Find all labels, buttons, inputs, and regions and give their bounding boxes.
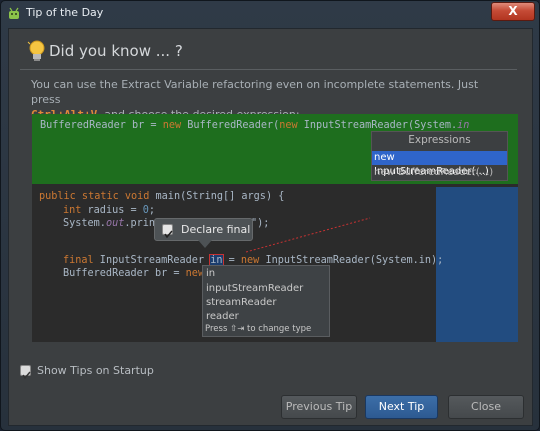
previous-tip-button[interactable]: Previous Tip	[281, 395, 357, 419]
code-keyword: new	[279, 120, 298, 131]
expressions-title: Expressions	[408, 134, 471, 146]
tip-text-before: You can use the Extract Variable refacto…	[31, 78, 479, 106]
android-app-icon	[9, 7, 19, 19]
declare-final-popup: Declare final	[154, 218, 253, 241]
declare-final-checkbox[interactable]	[162, 224, 173, 239]
title-bar[interactable]: Tip of the Day X	[1, 1, 539, 26]
lightbulb-icon	[27, 40, 45, 61]
pointer-line	[245, 217, 371, 253]
suggestion-item: inputStreamReader	[206, 283, 304, 294]
code-line-br: BufferedReader br = new	[63, 268, 204, 279]
expression-item: new InputStreamReader(...)	[372, 151, 507, 177]
check-icon	[164, 230, 173, 239]
editor-selection-strip	[436, 187, 518, 342]
code-token: InputStreamReader(System.	[297, 120, 458, 131]
content-panel: Did you know ... ? You can use the Extra…	[8, 28, 533, 426]
code-token: radius =	[81, 205, 143, 216]
expression-item: new BufferedReader(...)	[374, 167, 494, 178]
code-keyword: final	[63, 255, 94, 266]
suggestion-item: streamReader	[206, 297, 277, 308]
code-token: BufferedReader br =	[63, 268, 186, 279]
declare-final-label: Declare final	[181, 223, 251, 236]
suggestion-footer: Press ⇧⇥ to change type	[205, 324, 312, 334]
code-line-main: public static void main(String[] args) {	[39, 191, 284, 202]
code-demo-image: BufferedReader br = new BufferedReader(n…	[32, 114, 518, 342]
popup-pointer-icon	[198, 240, 212, 248]
name-suggestions-popup: in inputStreamReader streamReader reader…	[202, 265, 330, 337]
code-token: InputStreamReader	[93, 255, 211, 266]
code-field: out	[105, 218, 125, 229]
close-button[interactable]: Close	[448, 395, 524, 419]
code-token: br =	[125, 120, 163, 131]
tip-heading: Did you know ... ?	[49, 42, 183, 60]
window-title: Tip of the Day	[26, 6, 104, 19]
code-line-print: System.out.print	[63, 218, 161, 229]
suggestion-item: reader	[206, 311, 239, 322]
tip-of-the-day-dialog: Tip of the Day X Did you know ... ? You …	[0, 0, 540, 431]
show-tips-label[interactable]: Show Tips on Startup	[37, 364, 154, 377]
code-keyword: public static void	[39, 191, 150, 202]
code-field: in	[457, 120, 470, 131]
code-keyword: int	[63, 205, 82, 216]
code-token: BufferedReader	[40, 120, 126, 131]
show-tips-checkbox[interactable]	[20, 365, 31, 380]
code-token: ;	[148, 205, 156, 216]
suggestion-item: in	[206, 268, 216, 279]
heading-divider	[20, 69, 517, 70]
code-line-top: BufferedReader br = new BufferedReader(n…	[40, 120, 469, 131]
code-token: main(String[] args) {	[149, 191, 285, 202]
code-token: System.	[63, 218, 106, 229]
code-token: BufferedReader(	[181, 120, 280, 131]
code-keyword: new	[162, 120, 182, 131]
check-icon	[22, 371, 31, 380]
expressions-popup: Expressions new InputStreamReader(...) n…	[371, 131, 508, 181]
next-tip-button[interactable]: Next Tip	[365, 395, 438, 419]
window-close-button[interactable]: X	[491, 2, 535, 21]
code-line-radius: int radius = 0;	[63, 205, 155, 216]
